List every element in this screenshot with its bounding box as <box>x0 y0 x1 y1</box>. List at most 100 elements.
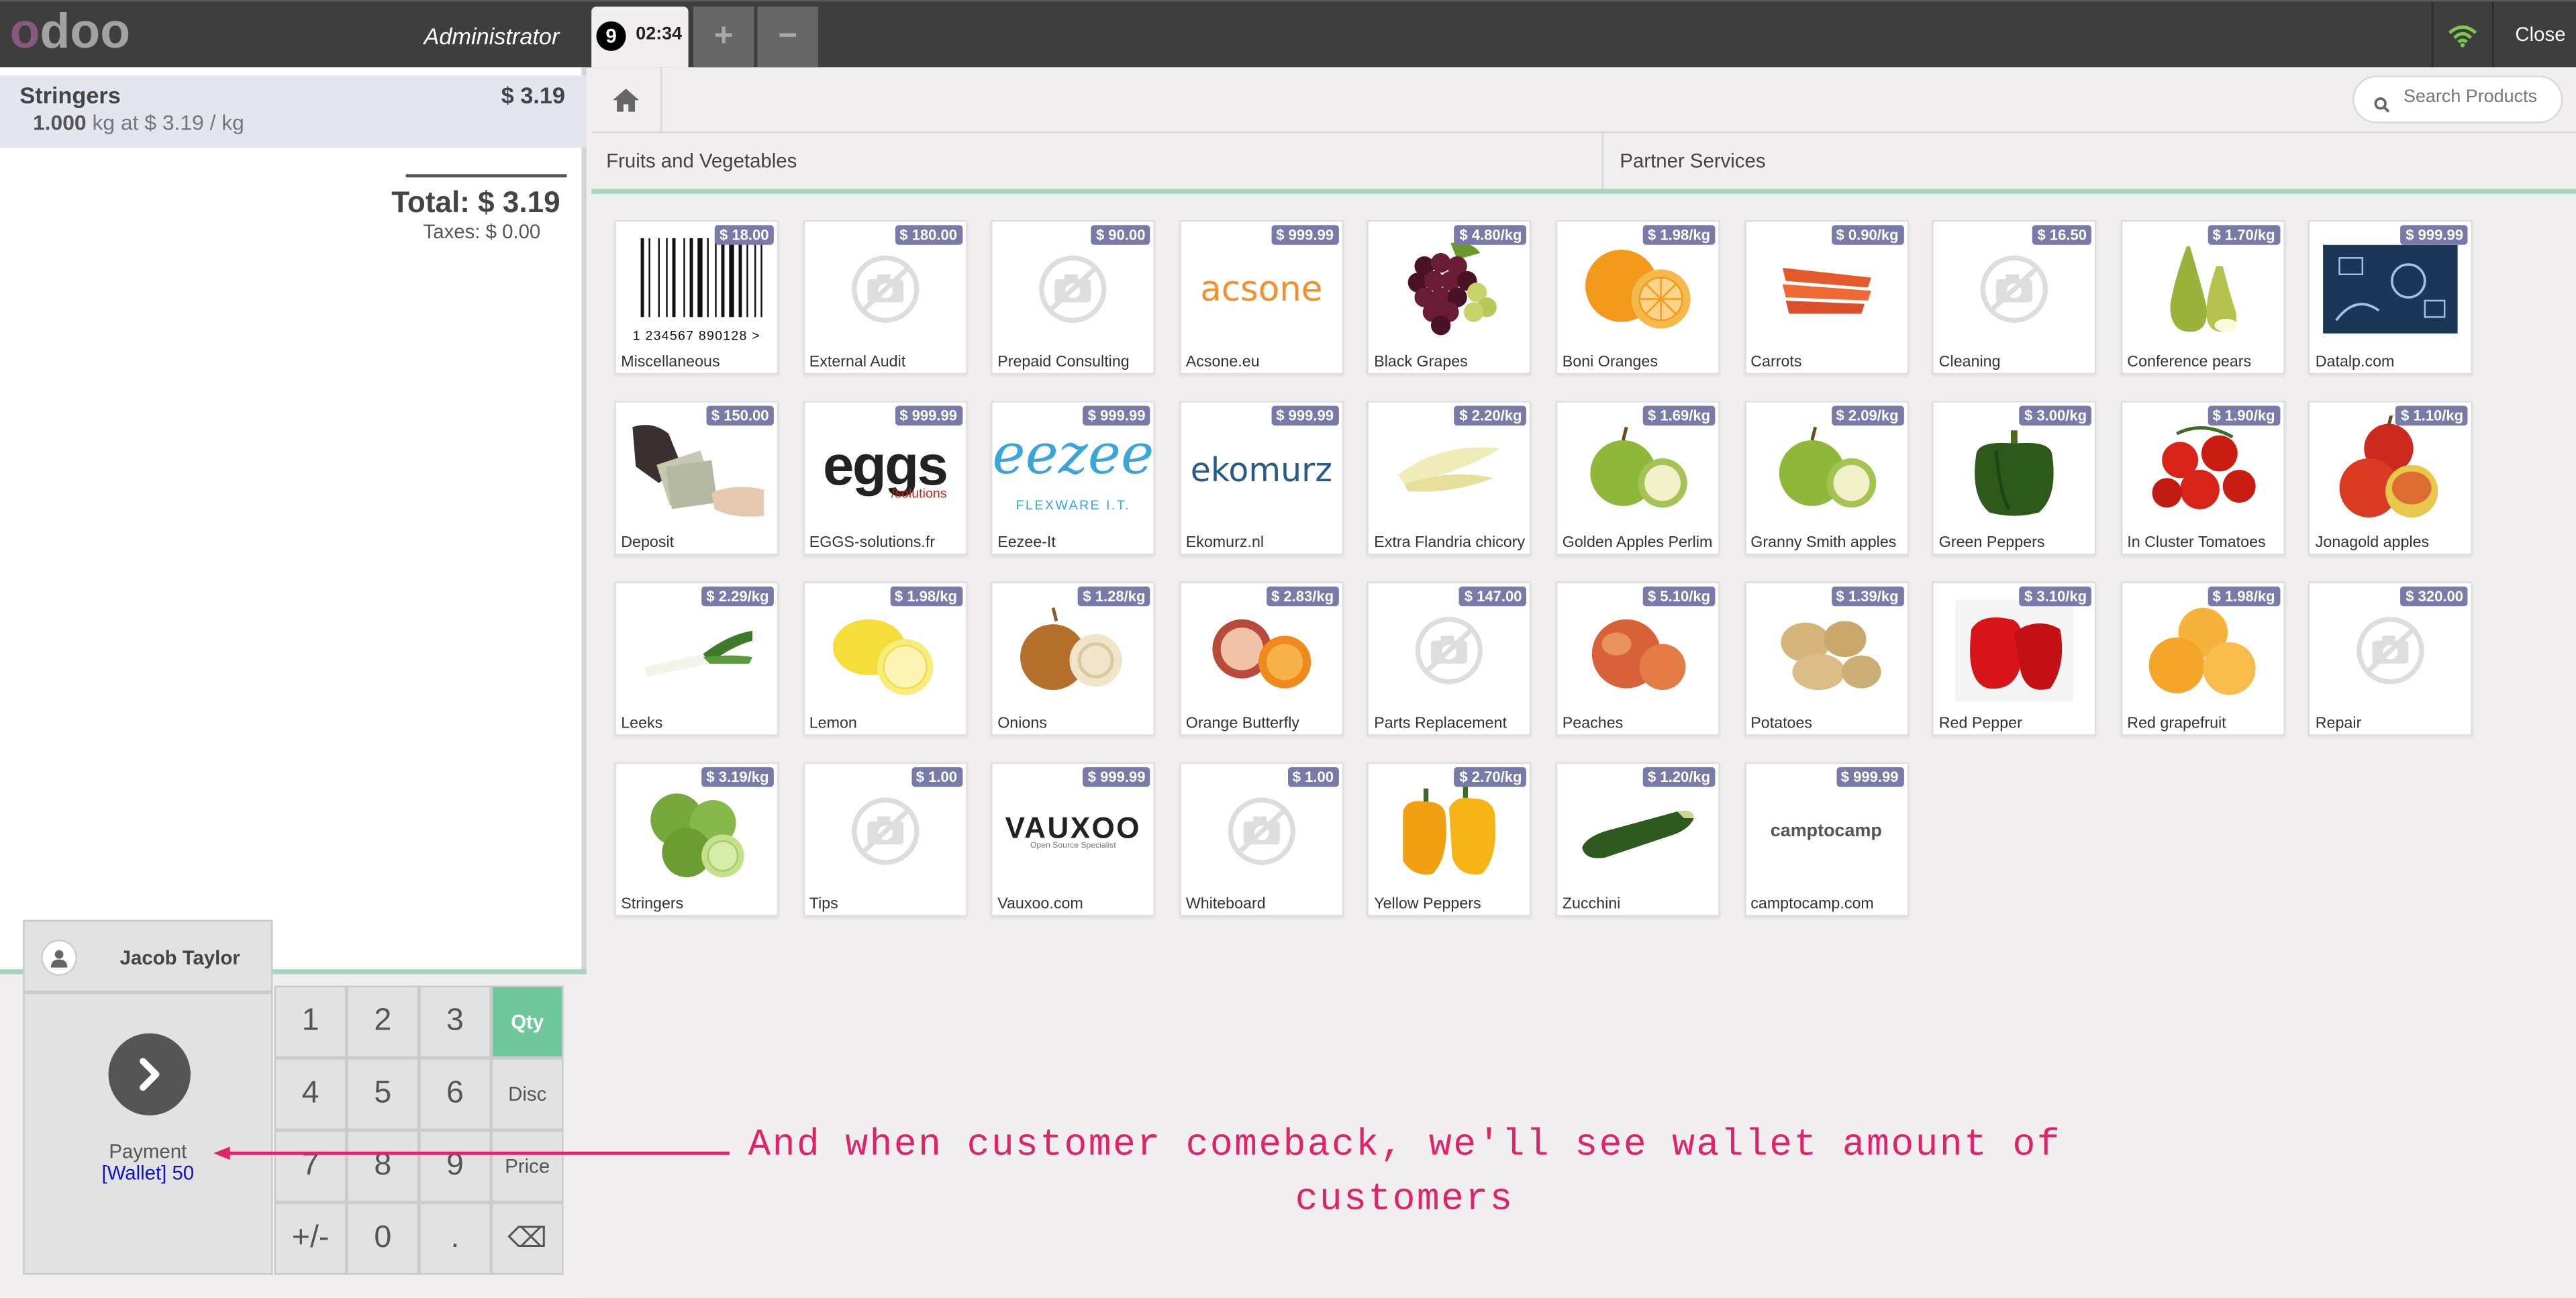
product-price-tag: $ 3.10/kg <box>2019 586 2092 607</box>
product-image <box>2317 232 2465 346</box>
key-6[interactable]: 6 <box>419 1058 491 1131</box>
key-0[interactable]: 0 <box>346 1202 419 1275</box>
qty-button[interactable]: Qty <box>491 985 564 1058</box>
category-fruits-and-vegetables[interactable]: Fruits and Vegetables <box>606 150 797 172</box>
product-card-red-pepper[interactable]: Red Pepper $ 3.10/kg <box>1932 581 2097 736</box>
order-line[interactable]: Stringers $ 3.19 1.000 kg at $ 3.19 / kg <box>0 75 587 148</box>
product-card-eggs-solutions-fr[interactable]: eggs/solutions EGGS-solutions.fr $ 999.99 <box>802 401 967 556</box>
product-card-acsone-eu[interactable]: acsone Acsone.eu $ 999.99 <box>1179 219 1344 375</box>
product-image <box>999 232 1147 346</box>
product-name: EGGS-solutions.fr <box>809 534 936 552</box>
product-card-zucchini[interactable]: Zucchini $ 1.20/kg <box>1555 762 1720 917</box>
key-1[interactable]: 1 <box>274 985 347 1058</box>
remove-order-button[interactable]: − <box>757 6 818 68</box>
product-price-tag: $ 2.70/kg <box>1454 767 1527 787</box>
search-box[interactable] <box>2352 75 2563 123</box>
discount-button[interactable]: Disc <box>491 1058 564 1131</box>
key-3[interactable]: 3 <box>419 985 491 1058</box>
product-price-tag: $ 1.00 <box>911 767 962 787</box>
category-partner-services[interactable]: Partner Services <box>1620 150 1765 172</box>
product-card-cleaning[interactable]: Cleaning $ 16.50 <box>1932 219 2097 375</box>
product-card-granny-smith-apples[interactable]: Granny Smith apples $ 2.09/kg <box>1744 401 1909 556</box>
key-4[interactable]: 4 <box>274 1058 347 1131</box>
order-line-name: Stringers <box>19 82 121 109</box>
product-card-orange-butterfly[interactable]: Orange Butterfly $ 2.83/kg <box>1179 581 1344 736</box>
product-card-repair[interactable]: Repair $ 320.00 <box>2308 581 2473 736</box>
brand-logo: ekomurz <box>1191 454 1332 487</box>
product-price-tag: $ 1.98/kg <box>2208 586 2280 607</box>
brand-logo: eezee FLEXWARE I.T. <box>992 427 1154 512</box>
product-image <box>1940 412 2088 527</box>
product-card-vauxoo-com[interactable]: VAUXOO Open Source Specialist Vauxoo.com $ … <box>991 762 1156 917</box>
product-image <box>2129 232 2277 346</box>
product-card-red-grapefruit[interactable]: Red grapefruit $ 1.98/kg <box>2120 581 2285 736</box>
product-card-peaches[interactable]: Peaches $ 5.10/kg <box>1555 581 1720 736</box>
product-card-conference-pears[interactable]: Conference pears $ 1.70/kg <box>2120 219 2285 375</box>
order-tab[interactable]: 9 02:34 <box>591 6 689 68</box>
add-order-button[interactable]: + <box>693 6 754 68</box>
product-image: eggs/solutions <box>811 412 958 527</box>
search-input[interactable] <box>2403 87 2552 107</box>
product-price-tag: $ 4.80/kg <box>1454 225 1527 245</box>
product-price-tag: $ 2.29/kg <box>701 586 774 607</box>
product-card-stringers[interactable]: Stringers $ 3.19/kg <box>614 762 779 917</box>
product-name: Granny Smith apples <box>1750 534 1897 552</box>
product-card-ekomurz-nl[interactable]: ekomurz Ekomurz.nl $ 999.99 <box>1179 401 1344 556</box>
total-divider <box>405 174 567 178</box>
product-image <box>1376 232 1524 346</box>
product-card-external-audit[interactable]: External Audit $ 180.00 <box>802 219 967 375</box>
product-price-tag: $ 1.69/kg <box>1642 405 1716 426</box>
key-2[interactable]: 2 <box>346 985 419 1058</box>
decimal-button[interactable]: . <box>419 1202 491 1275</box>
order-total: Total: $ 3.19 <box>391 185 560 219</box>
product-card-tips[interactable]: Tips $ 1.00 <box>802 762 967 917</box>
product-card-deposit[interactable]: Deposit $ 150.00 <box>614 401 779 556</box>
product-card-prepaid-consulting[interactable]: Prepaid Consulting $ 90.00 <box>991 219 1156 375</box>
product-card-extra-flandria-chicory[interactable]: Extra Flandria chicory $ 2.20/kg <box>1367 401 1532 556</box>
product-card-leeks[interactable]: Leeks $ 2.29/kg <box>614 581 779 736</box>
close-button[interactable]: Close <box>2515 23 2565 46</box>
user-name: Administrator <box>424 23 560 50</box>
product-card-golden-apples-perlim[interactable]: Golden Apples Perlim $ 1.69/kg <box>1555 401 1720 556</box>
product-card-black-grapes[interactable]: Black Grapes $ 4.80/kg <box>1367 219 1532 375</box>
odoo-logo: odoo <box>10 7 130 57</box>
product-card-boni-oranges[interactable]: Boni Oranges $ 1.98/kg <box>1555 219 1720 375</box>
product-name: Boni Oranges <box>1562 353 1658 372</box>
product-price-tag: $ 1.39/kg <box>1831 586 1903 607</box>
product-card-carrots[interactable]: Carrots $ 0.90/kg <box>1744 219 1909 375</box>
backspace-button[interactable]: ⌫ <box>491 1202 564 1275</box>
order-taxes: Taxes: $ 0.00 <box>423 219 541 244</box>
product-image <box>811 593 958 708</box>
product-price-tag: $ 90.00 <box>1091 225 1150 245</box>
plus-minus-button[interactable]: +/- <box>274 1202 347 1275</box>
payment-button[interactable]: Payment [Wallet] 50 <box>23 992 273 1275</box>
product-image <box>623 593 771 708</box>
product-card-datalp-com[interactable]: Datalp.com $ 999.99 <box>2308 219 2473 375</box>
product-card-yellow-peppers[interactable]: Yellow Peppers $ 2.70/kg <box>1367 762 1532 917</box>
product-card-lemon[interactable]: Lemon $ 1.98/kg <box>802 581 967 736</box>
product-card-eezee-it[interactable]: eezee FLEXWARE I.T. Eezee-It $ 999.99 <box>991 401 1156 556</box>
order-number-badge: 9 <box>596 21 626 51</box>
product-price-tag: $ 999.99 <box>2400 225 2469 245</box>
product-card-onions[interactable]: Onions $ 1.28/kg <box>991 581 1156 736</box>
product-name: Prepaid Consulting <box>997 353 1130 372</box>
product-card-potatoes[interactable]: Potatoes $ 1.39/kg <box>1744 581 1909 736</box>
product-name: Black Grapes <box>1374 353 1468 372</box>
product-card-parts-replacement[interactable]: Parts Replacement $ 147.00 <box>1367 581 1532 736</box>
key-5[interactable]: 5 <box>346 1058 419 1131</box>
product-image <box>2317 593 2465 708</box>
product-name: Whiteboard <box>1185 895 1266 913</box>
user-icon <box>41 940 78 976</box>
product-card-jonagold-apples[interactable]: Jonagold apples $ 1.10/kg <box>2308 401 2473 556</box>
product-name: External Audit <box>809 353 906 372</box>
product-image <box>1376 412 1524 527</box>
product-card-camptocamp-com[interactable]: camptocamp camptocamp.com $ 999.99 <box>1744 762 1909 917</box>
product-card-in-cluster-tomatoes[interactable]: In Cluster Tomatoes $ 1.90/kg <box>2120 401 2285 556</box>
customer-button[interactable]: Jacob Taylor <box>23 919 273 993</box>
product-card-green-peppers[interactable]: Green Peppers $ 3.00/kg <box>1932 401 2097 556</box>
brand-logo: eggs/solutions <box>823 439 948 501</box>
product-card-miscellaneous[interactable]: 1 234567 890128 > Miscellaneous $ 18.00 <box>614 219 779 375</box>
chevron-right-icon <box>108 1033 191 1115</box>
product-card-whiteboard[interactable]: Whiteboard $ 1.00 <box>1179 762 1344 917</box>
home-icon[interactable] <box>591 67 662 134</box>
